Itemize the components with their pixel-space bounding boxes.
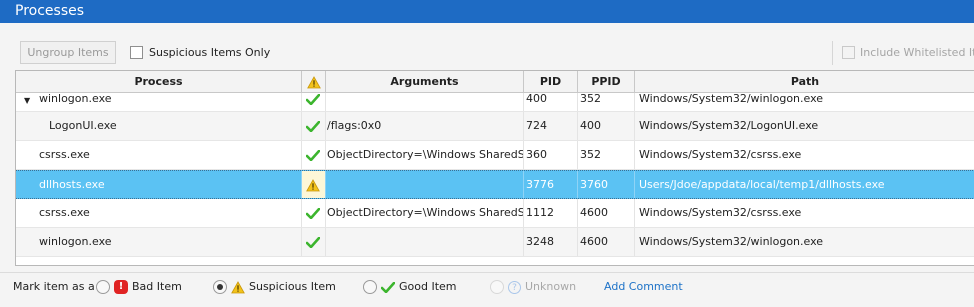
bad-radio[interactable] — [96, 280, 110, 294]
status-cell — [302, 171, 326, 198]
arguments-cell — [326, 171, 524, 198]
process-cell: dllhosts.exe — [16, 171, 302, 198]
ppid-cell: 352 — [578, 93, 635, 111]
unknown-label: Unknown — [525, 280, 577, 293]
good-item-label: Good Item — [399, 280, 457, 293]
status-cell — [302, 141, 326, 169]
mark-item-bar: Mark item as a ! Bad Item Suspicious Item… — [0, 272, 974, 307]
good-radio[interactable] — [363, 280, 377, 294]
window-title: Processes — [15, 3, 85, 19]
ppid-cell: 352 — [578, 141, 635, 169]
check-icon — [305, 120, 321, 132]
toolbar: Ungroup Items Suspicious Items Only Incl… — [0, 23, 974, 69]
suspicious-radio[interactable] — [213, 280, 227, 294]
check-icon — [305, 207, 321, 219]
mark-good-option[interactable]: Good Item — [363, 273, 457, 307]
suspicious-item-label: Suspicious Item — [249, 280, 336, 293]
status-cell — [302, 112, 326, 140]
column-header-process[interactable]: Process — [16, 71, 302, 92]
mark-bad-option[interactable]: ! Bad Item — [96, 273, 182, 307]
arguments-cell — [326, 93, 524, 111]
mark-item-label: Mark item as a — [13, 280, 95, 293]
arguments-cell: ObjectDirectory=\Windows SharedS... — [326, 199, 524, 227]
warning-icon — [306, 75, 321, 88]
pid-cell: 1112 — [524, 199, 578, 227]
check-icon — [305, 236, 321, 248]
pid-cell: 400 — [524, 93, 578, 111]
check-icon — [305, 149, 321, 161]
pid-cell: 360 — [524, 141, 578, 169]
ppid-cell: 4600 — [578, 228, 635, 256]
ppid-cell: 4600 — [578, 199, 635, 227]
suspicious-only-checkbox[interactable] — [130, 46, 143, 59]
path-cell: Windows/System32/csrss.exe — [639, 206, 802, 219]
process-table: Process Arguments PID PPID Path ▼ winlog… — [15, 70, 974, 266]
path-cell: Windows/System32/winlogon.exe — [639, 235, 824, 248]
column-header-arguments[interactable]: Arguments — [326, 71, 524, 92]
unknown-radio[interactable] — [490, 280, 504, 294]
column-header-path[interactable]: Path — [635, 71, 974, 92]
window-titlebar: Processes — [0, 0, 974, 23]
add-comment-link[interactable]: Add Comment — [604, 273, 683, 307]
status-cell — [302, 199, 326, 227]
arguments-cell: ObjectDirectory=\Windows SharedS... — [326, 141, 524, 169]
bad-icon: ! — [114, 280, 128, 294]
pid-cell: 724 — [524, 112, 578, 140]
path-cell: Windows/System32/LogonUI.exe — [639, 119, 819, 132]
status-cell — [302, 93, 326, 111]
table-row[interactable]: ▼ winlogon.exe 400 352 Windows/System32/… — [16, 93, 974, 112]
path-cell: Users/Jdoe/appdata/local/temp1/dllhosts.… — [639, 178, 885, 191]
processes-panel: Ungroup Items Suspicious Items Only Incl… — [0, 23, 974, 307]
column-header-pid[interactable]: PID — [524, 71, 578, 92]
toolbar-divider — [832, 41, 833, 65]
question-icon: ? — [508, 280, 521, 294]
path-cell: Windows/System32/winlogon.exe — [639, 93, 824, 105]
table-row[interactable]: LogonUI.exe /flags:0x0 724 400 Windows/S… — [16, 112, 974, 141]
path-cell: Windows/System32/csrss.exe — [639, 148, 802, 161]
column-header-status[interactable] — [302, 71, 326, 92]
arguments-cell — [326, 228, 524, 256]
pid-cell: 3776 — [524, 171, 578, 198]
suspicious-only-label: Suspicious Items Only — [149, 46, 271, 59]
bad-item-label: Bad Item — [132, 280, 182, 293]
table-row-selected[interactable]: dllhosts.exe 3776 3760 Users/Jdoe/appdat… — [16, 170, 974, 199]
expand-arrow-icon[interactable]: ▼ — [24, 95, 30, 106]
check-icon — [380, 281, 396, 293]
pid-cell: 3248 — [524, 228, 578, 256]
table-row[interactable]: winlogon.exe 3248 4600 Windows/System32/… — [16, 228, 974, 257]
table-row[interactable]: csrss.exe ObjectDirectory=\Windows Share… — [16, 141, 974, 170]
ppid-cell: 400 — [578, 112, 635, 140]
column-header-ppid[interactable]: PPID — [578, 71, 635, 92]
ungroup-items-button[interactable]: Ungroup Items — [20, 41, 116, 64]
table-row[interactable]: csrss.exe ObjectDirectory=\Windows Share… — [16, 199, 974, 228]
process-cell: csrss.exe — [16, 141, 302, 169]
warning-icon — [231, 280, 245, 293]
process-cell: LogonUI.exe — [16, 112, 302, 140]
include-whitelisted-label: Include Whitelisted Ite — [860, 46, 974, 59]
include-whitelisted-checkbox[interactable] — [842, 46, 855, 59]
process-cell: ▼ winlogon.exe — [16, 93, 302, 111]
ppid-cell: 3760 — [578, 171, 635, 198]
process-cell: csrss.exe — [16, 199, 302, 227]
check-icon — [305, 93, 321, 105]
mark-unknown-option[interactable]: ? Unknown — [490, 273, 576, 307]
status-cell — [302, 228, 326, 256]
table-header: Process Arguments PID PPID Path — [16, 71, 974, 93]
arguments-cell: /flags:0x0 — [326, 112, 524, 140]
process-name: winlogon.exe — [39, 93, 112, 105]
mark-suspicious-option[interactable]: Suspicious Item — [213, 273, 336, 307]
warning-icon — [306, 178, 320, 191]
process-cell: winlogon.exe — [16, 228, 302, 256]
